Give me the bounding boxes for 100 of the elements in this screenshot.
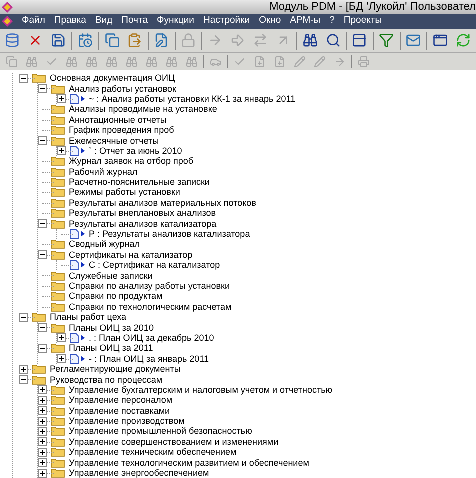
collapse-icon[interactable] xyxy=(38,136,47,146)
document-label[interactable]: ~ : Анализ работы установки КК-1 за январь 2011 xyxy=(89,94,296,104)
folder-icon xyxy=(51,447,65,458)
folder-icon xyxy=(51,125,65,136)
menu-item[interactable]: Настройки xyxy=(203,14,250,29)
folder-icon xyxy=(51,104,65,114)
expand-icon[interactable] xyxy=(57,354,66,364)
pointer-icon xyxy=(81,231,85,238)
menu-item[interactable]: АРМ-ы xyxy=(290,14,321,29)
folder-icon xyxy=(51,384,65,395)
collapse-icon[interactable] xyxy=(38,323,47,332)
folder-icon xyxy=(32,312,46,322)
binoculars-icon xyxy=(302,33,318,48)
document-icon xyxy=(70,260,79,270)
document-icon xyxy=(70,94,79,104)
menu-item[interactable]: Окно xyxy=(259,14,282,29)
folder-icon xyxy=(51,291,65,302)
folder-label[interactable]: Аннотационные отчеты xyxy=(69,114,167,125)
folder-label[interactable]: Управление техническим обеспечением xyxy=(69,447,237,458)
folder-label[interactable]: Рабочий журнал xyxy=(69,166,138,177)
document-label[interactable]: - : План ОИЦ за январь 2011 xyxy=(89,354,210,364)
menu-item[interactable]: Вид xyxy=(95,14,113,29)
folder-label[interactable]: Результаты анализов материальных потоков xyxy=(69,198,256,208)
folder-label[interactable]: Руководства по процессам xyxy=(50,374,163,385)
pencil-icon xyxy=(314,56,326,68)
document-label[interactable]: Р : Результаты анализов катализатора xyxy=(89,229,250,240)
folder-label[interactable]: Управление технологическим развитием и обеспечением xyxy=(69,458,310,468)
folder-label[interactable]: Справки по технологическим расчетам xyxy=(69,302,232,312)
folder-label[interactable]: Анализы проводимые на установке xyxy=(69,104,218,114)
folder-label[interactable]: Журнал заявок на отбор проб xyxy=(69,156,194,166)
search-icon xyxy=(326,33,341,48)
folder-label[interactable]: Планы ОИЦ за 2010 xyxy=(69,322,154,333)
folder-icon xyxy=(51,239,65,250)
expand-icon[interactable] xyxy=(38,396,47,405)
menu-item[interactable]: Файл xyxy=(22,14,46,29)
collapse-icon[interactable] xyxy=(19,375,28,384)
binoculars-icon xyxy=(106,56,118,68)
folder-label[interactable]: Планы работ цеха xyxy=(50,312,127,322)
folder-icon xyxy=(51,458,65,468)
app-icon xyxy=(2,16,13,27)
folder-label[interactable]: Управление совершенствованием и изменениями xyxy=(69,436,279,447)
calendar-icon xyxy=(78,33,93,48)
folder-label[interactable]: Служебные записки xyxy=(69,270,153,281)
collapse-icon[interactable] xyxy=(19,312,28,322)
expand-icon[interactable] xyxy=(38,416,47,426)
expand-icon[interactable] xyxy=(57,94,66,104)
folder-label[interactable]: Ежемесячные отчеты xyxy=(69,136,160,146)
expand-icon[interactable] xyxy=(38,437,47,446)
collapse-icon[interactable] xyxy=(38,344,47,353)
folder-label[interactable]: Управление производством xyxy=(69,416,185,426)
collapse-icon[interactable] xyxy=(38,84,47,94)
expand-icon[interactable] xyxy=(57,333,66,342)
folder-icon xyxy=(51,426,65,436)
folder-label[interactable]: График проведения проб xyxy=(69,125,174,136)
menu-item[interactable]: Правка xyxy=(54,14,86,29)
folder-label[interactable]: Справки по продуктам xyxy=(69,291,163,302)
folder-label[interactable]: Результаты внеплановых анализов xyxy=(69,208,216,218)
folder-label[interactable]: Управление бухгалтерским и налоговым учетом и отчетностью xyxy=(69,384,333,395)
expand-icon[interactable] xyxy=(38,468,47,478)
folder-label[interactable]: Сертификаты на катализатор xyxy=(69,250,193,260)
expand-icon[interactable] xyxy=(38,448,47,457)
folder-icon xyxy=(51,208,65,218)
printer-icon xyxy=(358,56,370,68)
folder-label[interactable]: Основная документация ОИЦ xyxy=(50,73,176,84)
folder-label[interactable]: Результаты анализов катализатора xyxy=(69,218,217,229)
expand-icon[interactable] xyxy=(38,426,47,436)
collapse-icon[interactable] xyxy=(19,74,28,83)
folder-label[interactable]: Справки по анализу работы установки xyxy=(69,281,230,291)
folder-label[interactable]: Управление персоналом xyxy=(69,395,173,406)
folder-label[interactable]: Анализ работы установок xyxy=(69,84,176,94)
folder-label[interactable]: Регламентирующие документы xyxy=(50,364,181,374)
folder-icon xyxy=(51,136,65,146)
folder-label[interactable]: Режимы работы установки xyxy=(69,187,180,198)
folder-label[interactable]: Расчетно-пояснительные записки xyxy=(69,177,210,188)
expand-icon[interactable] xyxy=(19,364,28,374)
menu-item[interactable]: ? xyxy=(330,14,335,29)
collapse-icon[interactable] xyxy=(38,250,47,260)
folder-icon xyxy=(51,166,65,177)
folder-icon xyxy=(51,156,65,166)
folder-label[interactable]: Управление промышленной безопасностью xyxy=(69,426,252,436)
expand-icon[interactable] xyxy=(57,146,66,156)
expand-icon[interactable] xyxy=(38,406,47,416)
menu-item[interactable]: Почта xyxy=(122,14,148,29)
collapse-icon[interactable] xyxy=(38,219,47,228)
folder-icon xyxy=(32,374,46,385)
window-icon xyxy=(352,33,368,48)
document-label[interactable]: . : План ОИЦ за декабрь 2010 xyxy=(89,332,214,343)
menu-item[interactable]: Функции xyxy=(157,14,194,29)
copy-icon xyxy=(104,33,120,48)
folder-label[interactable]: Управление поставками xyxy=(69,406,170,416)
folder-label[interactable]: Управление энергообеспечением xyxy=(69,468,210,478)
document-label[interactable]: С : Сертификат на катализатор xyxy=(89,260,220,270)
arrow-icon xyxy=(253,33,268,48)
binoculars-icon xyxy=(166,56,178,68)
folder-label[interactable]: Планы ОИЦ за 2011 xyxy=(69,343,154,354)
document-label[interactable]: ` : Отчет за июнь 2010 xyxy=(89,146,182,156)
folder-label[interactable]: Сводный журнал xyxy=(69,239,140,250)
menu-item[interactable]: Проекты xyxy=(344,14,382,29)
expand-icon[interactable] xyxy=(38,385,47,394)
expand-icon[interactable] xyxy=(38,458,47,468)
